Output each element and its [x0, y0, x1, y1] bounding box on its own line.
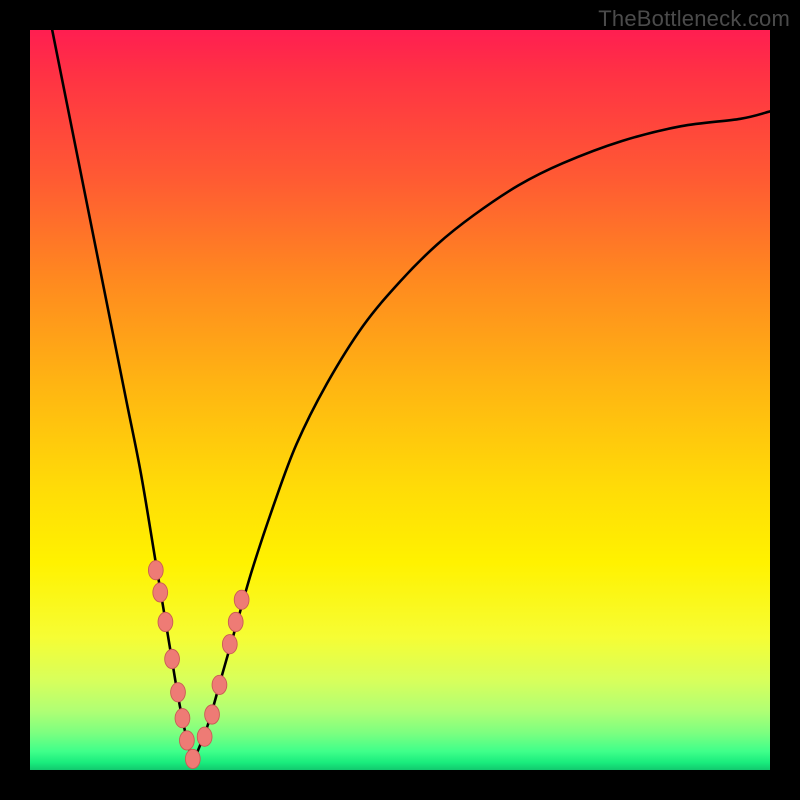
highlight-dot: [153, 583, 168, 602]
highlight-dot: [148, 561, 163, 580]
highlight-dot: [179, 731, 194, 750]
plot-area: [30, 30, 770, 770]
highlight-dot: [197, 727, 212, 746]
watermark-text: TheBottleneck.com: [598, 6, 790, 32]
highlight-dot: [234, 590, 249, 609]
highlight-dot: [222, 635, 237, 654]
highlight-dot: [185, 749, 200, 768]
highlight-dot: [205, 705, 220, 724]
highlight-dot: [212, 675, 227, 694]
highlight-dot: [171, 683, 186, 702]
chart-svg: [30, 30, 770, 770]
dots-group: [148, 561, 249, 769]
highlight-dot: [165, 649, 180, 668]
curve-group: [52, 30, 770, 763]
highlight-dot: [175, 709, 190, 728]
highlight-dot: [228, 612, 243, 631]
highlight-dot: [158, 612, 173, 631]
curve-right-branch: [193, 111, 770, 762]
outer-frame: TheBottleneck.com: [0, 0, 800, 800]
